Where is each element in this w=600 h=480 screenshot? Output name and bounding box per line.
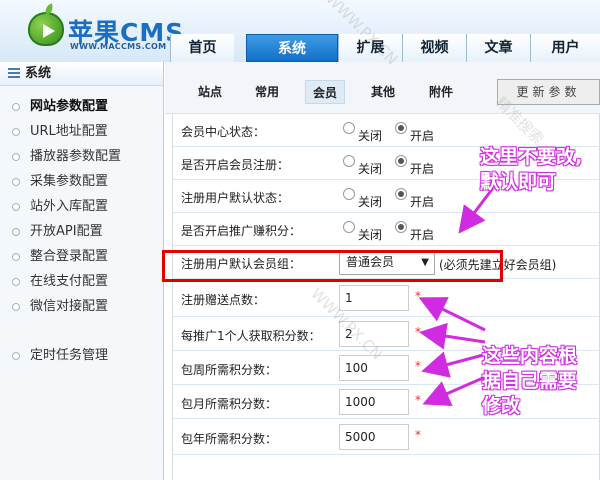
sidebar-item-player-config[interactable]: 播放器参数配置 <box>0 144 163 169</box>
subtab-site[interactable]: 站点 <box>190 80 230 104</box>
month-score-input[interactable]: 1000 <box>339 389 409 415</box>
annotation-top: 这里不要改, 默认即可 <box>480 146 583 193</box>
row-year-score: 包年所需积分数： 5000 * <box>173 419 600 455</box>
tab-article[interactable]: 文章 <box>466 34 530 62</box>
subtab-member[interactable]: 会员 <box>305 80 345 104</box>
apple-logo-icon <box>28 12 64 46</box>
row-register-points: 注册赠送点数： 1 * <box>173 279 600 317</box>
default-status-off-radio[interactable] <box>343 188 355 200</box>
subtab-common[interactable]: 常用 <box>247 80 287 104</box>
tab-video[interactable]: 视频 <box>402 34 466 62</box>
register-points-input[interactable]: 1 <box>339 285 409 311</box>
year-score-input[interactable]: 5000 <box>339 424 409 450</box>
sidebar-item-collect-config[interactable]: 采集参数配置 <box>0 169 163 194</box>
sidebar-item-payment-config[interactable]: 在线支付配置 <box>0 269 163 294</box>
highlight-box <box>162 250 503 282</box>
play-icon <box>43 24 55 38</box>
row-promotion-points: 是否开启推广赚积分： 关闭 开启 <box>173 213 600 246</box>
registration-on-radio[interactable] <box>395 155 407 167</box>
sidebar-item-login-config[interactable]: 整合登录配置 <box>0 244 163 269</box>
member-center-off-radio[interactable] <box>343 122 355 134</box>
sidebar-item-wechat-config[interactable]: 微信对接配置 <box>0 294 163 319</box>
sidebar-item-url-config[interactable]: URL地址配置 <box>0 119 163 144</box>
sidebar-item-external-config[interactable]: 站外入库配置 <box>0 194 163 219</box>
subtab-attachment[interactable]: 附件 <box>421 80 461 104</box>
tab-home[interactable]: 首页 <box>170 34 234 62</box>
subtab-other[interactable]: 其他 <box>363 80 403 104</box>
promotion-off-radio[interactable] <box>343 221 355 233</box>
sidebar-item-api-config[interactable]: 开放API配置 <box>0 219 163 244</box>
brand-site: WWW.MACCMS.COM <box>70 42 167 51</box>
list-icon <box>8 68 20 78</box>
registration-off-radio[interactable] <box>343 155 355 167</box>
promotion-on-radio[interactable] <box>395 221 407 233</box>
header: 苹果CMS WWW.MACCMS.COM 首页 系统 扩展 视频 文章 用户 <box>0 0 600 62</box>
annotation-bottom: 这些内容根 据自己需要 修改 <box>482 345 578 417</box>
sidebar-item-cron-manage[interactable]: 定时任务管理 <box>0 343 163 368</box>
tab-system[interactable]: 系统 <box>246 34 338 62</box>
page: 苹果CMS WWW.MACCMS.COM 首页 系统 扩展 视频 文章 用户 系… <box>0 0 600 480</box>
default-status-on-radio[interactable] <box>395 188 407 200</box>
member-center-on-radio[interactable] <box>395 122 407 134</box>
sidebar-title: 系统 <box>0 62 163 86</box>
sub-nav: 站点 常用 会员 其他 附件 更新参数 <box>165 62 600 114</box>
sidebar: 系统 网站参数配置 URL地址配置 播放器参数配置 采集参数配置 站外入库配置 … <box>0 62 164 480</box>
tab-user[interactable]: 用户 <box>530 34 600 62</box>
logo: 苹果CMS WWW.MACCMS.COM <box>28 10 183 56</box>
sidebar-item-site-config[interactable]: 网站参数配置 <box>0 94 163 119</box>
